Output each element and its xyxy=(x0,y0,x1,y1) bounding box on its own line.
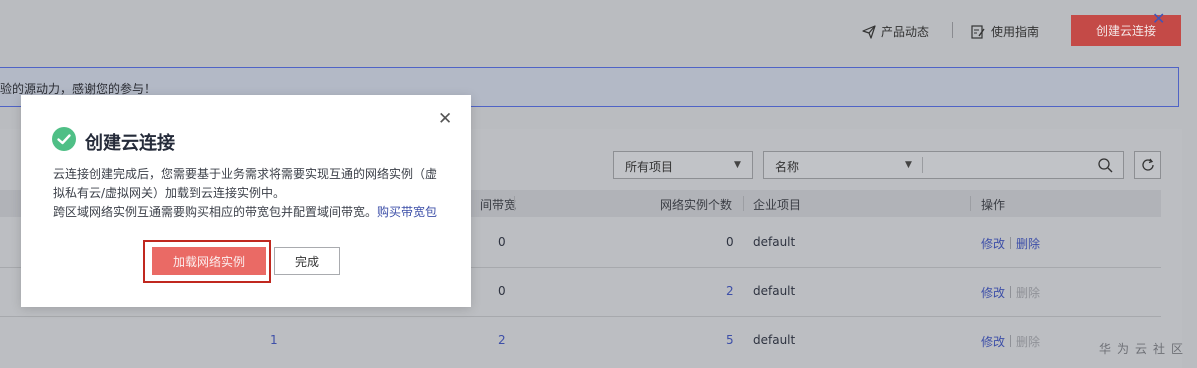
modify-link[interactable]: 修改 xyxy=(981,235,1005,252)
product-news-link[interactable]: 产品动态 xyxy=(862,23,929,40)
delete-link-disabled: 删除 xyxy=(1016,335,1041,349)
dialog-text-line: 跨区域网络实例互通需要购买相应的带宽包并配置域间带宽。 xyxy=(53,205,378,219)
dialog-title: 创建云连接 xyxy=(85,133,175,154)
buy-bandwidth-link[interactable]: 购买带宽包 xyxy=(377,205,437,219)
dialog-body: 云连接创建完成后，您需要基于业务需求将需要实现互通的网络实例（虚 拟私有云/虚拟… xyxy=(53,165,448,222)
header-enterprise-project: 企业项目 xyxy=(753,198,802,212)
guide-edit-icon xyxy=(971,24,985,39)
send-icon xyxy=(862,24,876,39)
dialog-text-line: 拟私有云/虚拟网关）加载到云连接实例中。 xyxy=(53,186,286,200)
cell-enterprise-project: default xyxy=(753,235,796,249)
user-guide-label: 使用指南 xyxy=(991,25,1040,39)
search-bar[interactable]: 名称 ▼ xyxy=(763,151,1124,179)
cell-bandwidth: 0 xyxy=(498,284,506,298)
modify-link[interactable]: 修改 xyxy=(981,333,1005,350)
success-check-icon xyxy=(52,127,76,151)
action-divider xyxy=(1010,237,1011,249)
cell-enterprise-project: default xyxy=(753,333,796,347)
caret-down-icon: ▼ xyxy=(734,160,741,170)
cell-col-a[interactable]: 1 xyxy=(270,333,278,347)
delete-link-disabled: 删除 xyxy=(1016,286,1041,300)
cell-enterprise-project: default xyxy=(753,284,796,298)
search-icon[interactable] xyxy=(1098,158,1113,173)
action-divider xyxy=(1010,335,1011,347)
cell-bandwidth[interactable]: 2 xyxy=(498,333,506,347)
close-icon[interactable]: ✕ xyxy=(1152,11,1165,27)
header-actions: 操作 xyxy=(981,198,1006,212)
cell-bandwidth: 0 xyxy=(498,235,506,249)
action-divider xyxy=(1010,286,1011,298)
load-network-instance-button[interactable]: 加载网络实例 xyxy=(152,247,266,275)
dialog-text-line3: 跨区域网络实例互通需要购买相应的带宽包并配置域间带宽。购买带宽包 xyxy=(53,203,448,222)
search-divider xyxy=(922,157,923,173)
header-instance-count: 网络实例个数 xyxy=(660,198,733,212)
close-icon[interactable]: ✕ xyxy=(438,111,452,128)
refresh-button[interactable] xyxy=(1134,151,1161,179)
cell-instance-count: 0 xyxy=(726,235,734,249)
header-divider xyxy=(970,196,971,211)
done-button[interactable]: 完成 xyxy=(274,247,340,275)
header-divider xyxy=(952,22,953,38)
header-divider xyxy=(743,196,744,211)
delete-link[interactable]: 删除 xyxy=(1016,235,1040,252)
cell-instance-count[interactable]: 5 xyxy=(726,333,734,347)
dialog-text-line: 云连接创建完成后，您需要基于业务需求将需要实现互通的网络实例（虚 xyxy=(53,167,438,181)
project-select-value: 所有项目 xyxy=(625,160,674,174)
table-row: 1 2 5 default 修改 删除 xyxy=(0,316,1161,365)
user-guide-link[interactable]: 使用指南 xyxy=(971,23,1039,40)
watermark: 华为云社区 xyxy=(1099,342,1190,356)
header-divider xyxy=(514,196,515,211)
project-select[interactable]: 所有项目 ▼ xyxy=(613,151,753,179)
modify-link[interactable]: 修改 xyxy=(981,284,1005,301)
name-select-value: 名称 xyxy=(775,160,800,174)
cell-instance-count[interactable]: 2 xyxy=(726,284,734,298)
product-news-label: 产品动态 xyxy=(881,25,930,39)
refresh-icon xyxy=(1141,158,1154,171)
caret-down-icon: ▼ xyxy=(905,160,912,170)
header-bandwidth: 间带宽 xyxy=(480,198,517,212)
